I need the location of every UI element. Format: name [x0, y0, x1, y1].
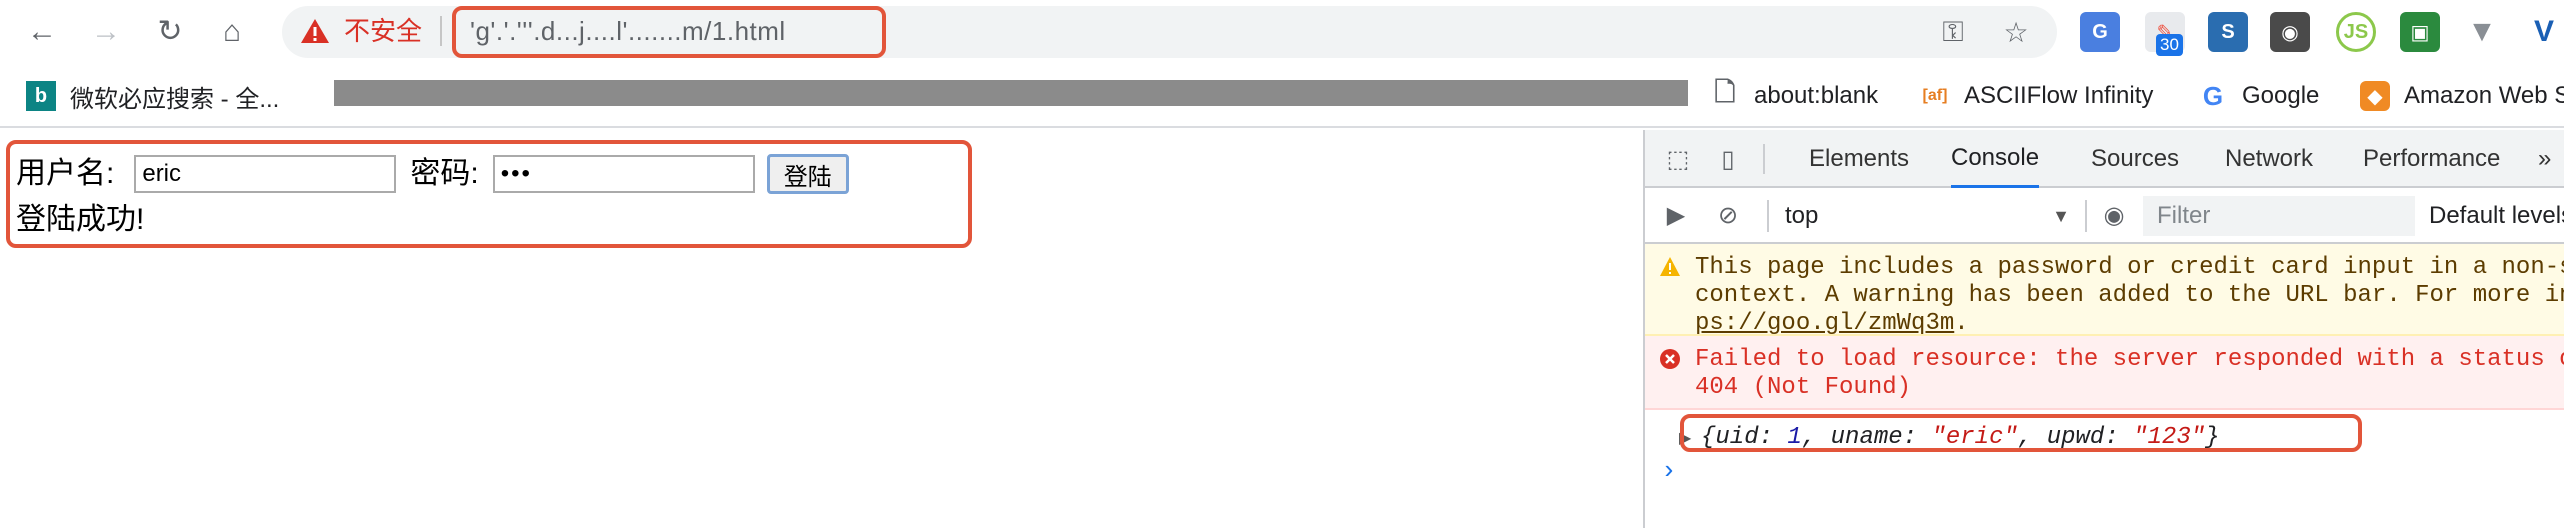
extension-badge: 30: [2156, 34, 2183, 56]
error-line-1: Failed to load resource: the server resp…: [1695, 346, 2564, 373]
security-status[interactable]: 不安全: [344, 14, 422, 48]
console-error-message: Failed to load resource: the server resp…: [1645, 336, 2564, 410]
page-icon: 🗋: [1714, 77, 1736, 107]
divider: [2085, 200, 2087, 232]
bookmark-about-blank[interactable]: 🗋 about:blank: [1710, 64, 1879, 128]
redacted-bookmarks: [334, 80, 1688, 106]
bookmark-label: about:blank: [1754, 82, 1879, 109]
bookmark-label: ASCIIFlow Infinity: [1964, 82, 2154, 109]
extension-square-icon[interactable]: ▣: [2400, 12, 2440, 52]
form-highlight-box: [6, 140, 972, 248]
warning-tail: .: [1954, 310, 1969, 336]
log-levels-dropdown[interactable]: Default levels: [2429, 200, 2564, 232]
devtools-tabbar: ⬚ ▯ Elements Console Sources Network Per…: [1645, 130, 2564, 188]
dropdown-arrow-icon: ▼: [2052, 206, 2070, 226]
bookmark-asciiflow[interactable]: [af] ASCIIFlow Infinity: [1920, 64, 2154, 128]
divider: [1763, 144, 1765, 174]
more-tabs-icon[interactable]: »: [2538, 130, 2551, 188]
url-highlight-box: [452, 6, 886, 58]
context-value: top: [1785, 202, 1819, 229]
warning-line-2: context. A warning has been added to the…: [1695, 282, 2564, 309]
back-icon[interactable]: ←: [24, 14, 60, 50]
divider: [1767, 200, 1769, 232]
home-icon[interactable]: ⌂: [214, 14, 250, 50]
devtools-panel: ⬚ ▯ Elements Console Sources Network Per…: [1643, 130, 2564, 528]
nodejs-icon[interactable]: JS: [2336, 12, 2376, 52]
aws-icon: ◆: [2360, 81, 2390, 111]
bookmark-star-icon[interactable]: ☆: [1998, 14, 2034, 50]
warning-icon: [1660, 257, 1680, 276]
error-icon: [1660, 349, 1680, 369]
translate-extension-icon[interactable]: G: [2080, 12, 2120, 52]
browser-toolbar: ← → ↻ ⌂ 不安全 'g'.'.'''.d...j....l'.......…: [0, 0, 2564, 64]
warning-line-1: This page includes a password or credit …: [1695, 254, 2564, 281]
device-toolbar-icon[interactable]: ▯: [1711, 142, 1745, 176]
warning-link[interactable]: ps://goo.gl/zmWq3m: [1695, 310, 1954, 334]
tab-console[interactable]: Console: [1951, 130, 2040, 188]
tab-sources[interactable]: Sources: [2091, 130, 2179, 188]
error-line-2: 404 (Not Found): [1695, 374, 1912, 401]
console-toolbar: ▶ ⊘ top ▼ ◉ Filter Default levels: [1645, 188, 2564, 244]
tab-performance[interactable]: Performance: [2363, 130, 2500, 188]
asciiflow-icon: [af]: [1922, 87, 1948, 104]
eye-icon[interactable]: ◉: [2097, 198, 2131, 232]
google-icon: G: [2202, 80, 2224, 111]
bookmark-aws[interactable]: ◆ Amazon Web S: [2360, 64, 2564, 128]
tab-elements[interactable]: Elements: [1809, 130, 1909, 188]
console-prompt-icon[interactable]: ›: [1661, 456, 1677, 486]
divider: [440, 16, 442, 46]
forward-icon[interactable]: →: [88, 14, 124, 50]
context-selector[interactable]: top ▼: [1785, 200, 2070, 232]
bookmark-label: 微软必应搜索 - 全...: [70, 85, 280, 113]
console-warning-message: This page includes a password or credit …: [1645, 244, 2564, 336]
bookmark-label: Google: [2242, 82, 2320, 109]
object-log-highlight-box: [1680, 414, 2362, 452]
inspect-element-icon[interactable]: ⬚: [1661, 142, 1695, 176]
pocket-icon[interactable]: ◉: [2270, 12, 2310, 52]
reload-icon[interactable]: ↻: [152, 14, 188, 50]
key-icon[interactable]: ⚿: [1935, 14, 1971, 50]
warning-icon: [301, 19, 329, 43]
bookmark-google[interactable]: G Google: [2198, 64, 2320, 128]
sidebar-toggle-icon[interactable]: ▶: [1659, 198, 1693, 232]
bing-icon: b: [26, 81, 56, 111]
bookmark-label: Amazon Web S: [2404, 82, 2564, 109]
filter-input[interactable]: Filter: [2143, 196, 2415, 236]
clear-console-icon[interactable]: ⊘: [1711, 198, 1745, 232]
bookmark-bing[interactable]: b 微软必应搜索 - 全...: [26, 64, 279, 128]
extension-v-icon[interactable]: V: [2524, 12, 2564, 52]
tab-network[interactable]: Network: [2225, 130, 2313, 188]
extension-s-icon[interactable]: S: [2208, 12, 2248, 52]
vue-devtools-icon[interactable]: ▼: [2462, 12, 2502, 52]
